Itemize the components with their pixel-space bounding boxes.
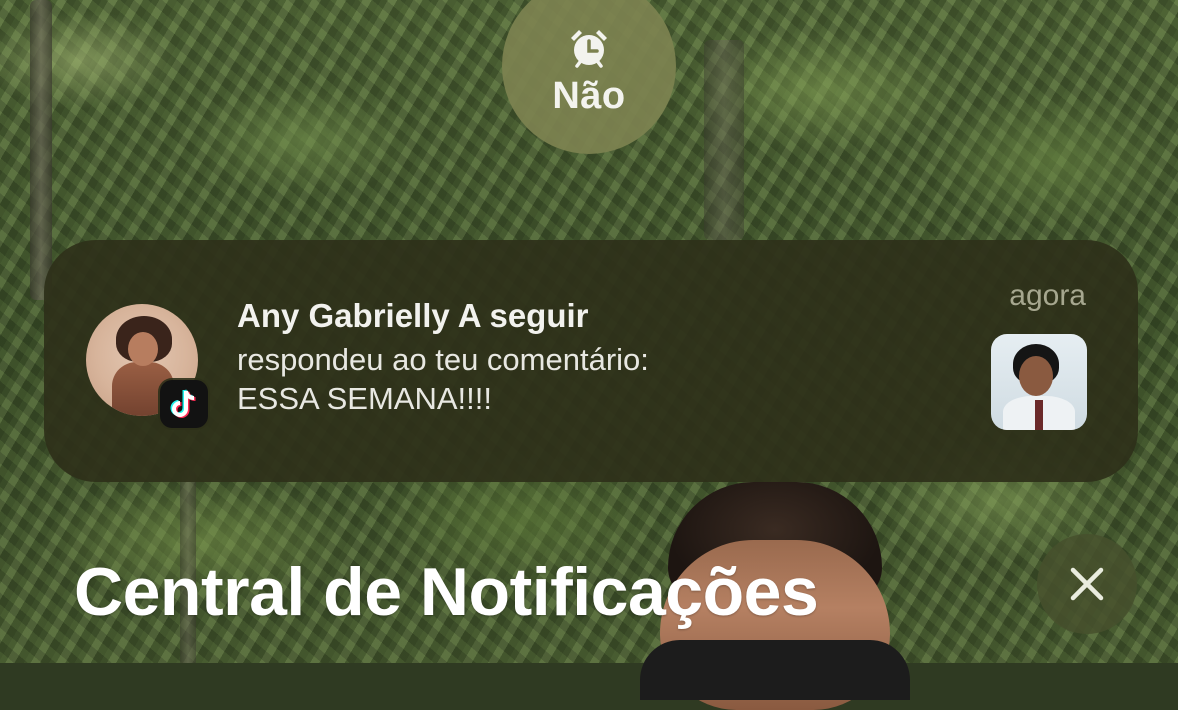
notification-time: agora — [1009, 279, 1086, 312]
notification-body-line2: ESSA SEMANA!!!! — [237, 381, 492, 416]
page-title: Central de Notificações — [74, 554, 819, 630]
notification-body: respondeu ao teu comentário: ESSA SEMANA… — [237, 340, 649, 418]
tiktok-icon — [160, 380, 208, 428]
notification-thumbnail — [991, 334, 1087, 430]
notification-card[interactable]: Any Gabrielly A seguir respondeu ao teu … — [44, 240, 1138, 482]
close-icon — [1070, 567, 1104, 601]
notification-body-line1: respondeu ao teu comentário: — [237, 342, 649, 377]
alarm-clock-icon — [571, 30, 607, 68]
notification-title: Any Gabrielly A seguir — [237, 297, 589, 334]
focus-label: Não — [552, 75, 626, 117]
clear-notifications-button[interactable] — [1037, 534, 1137, 634]
